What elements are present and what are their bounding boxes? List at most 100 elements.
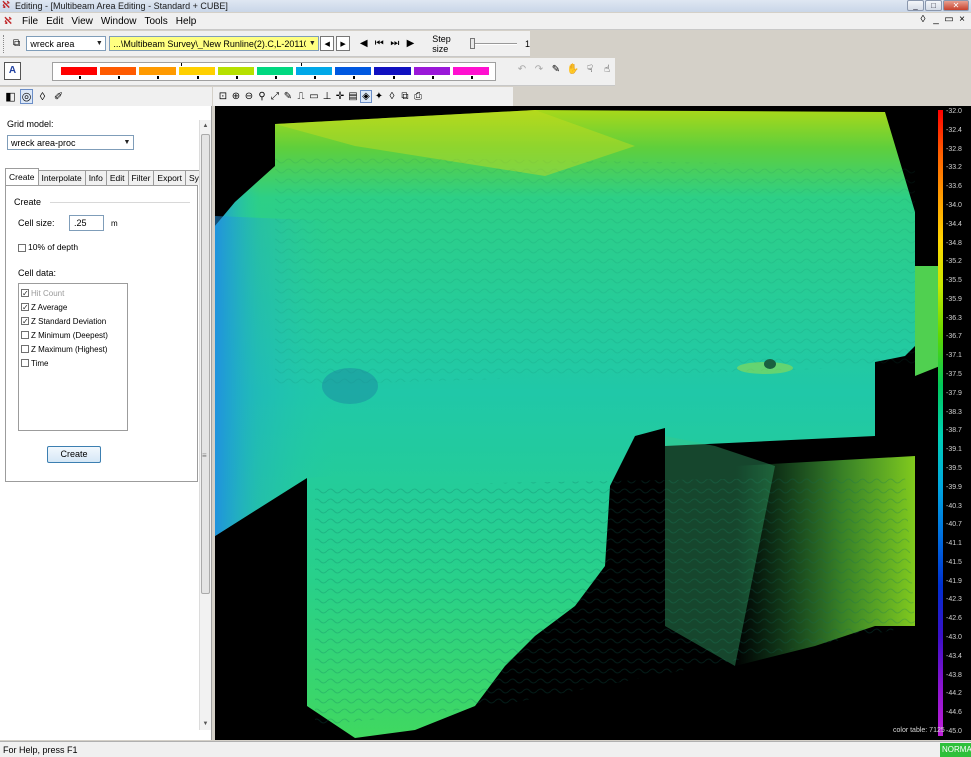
checkbox[interactable] [21,359,29,367]
color-segment[interactable] [296,67,333,75]
hand-select-icon[interactable]: ✋ [566,64,580,75]
redo-icon[interactable]: ↷ [532,64,546,75]
hand-reject-icon[interactable]: ☟ [583,64,597,75]
maximize-button[interactable]: □ [925,0,942,11]
auto-color-button[interactable]: A [4,62,21,80]
bathymetry-map-view[interactable] [215,106,971,740]
zoom-icon[interactable]: ⚲ [256,91,268,102]
crosshair-icon[interactable]: ✛ [334,91,346,102]
close-button[interactable]: ✕ [943,0,969,11]
cross-section-icon[interactable]: ⊥ [321,91,333,102]
tab-filter[interactable]: Filter [127,170,155,185]
measure-icon[interactable]: ⤢ [269,91,281,102]
color-segment-tick [196,76,199,79]
color-segment[interactable] [452,67,489,75]
scroll-down-icon[interactable]: ▼ [200,718,211,730]
list-item[interactable]: ✓ Z Average [19,300,127,314]
drop-icon[interactable]: ◊ [386,91,398,102]
color-palette-icon[interactable]: ◈ [360,90,372,103]
copy-icon[interactable]: ⧉ [399,91,411,102]
menu-help[interactable]: Help [172,16,201,27]
edit-pencil-icon[interactable]: ✎ [549,64,563,75]
shading-icon[interactable]: ✦ [373,91,385,102]
color-segment[interactable] [413,67,450,75]
drop-icon[interactable]: ◊ [36,91,49,103]
cell-size-input[interactable]: .25 [69,215,104,231]
panel-scrollbar[interactable]: ▲ ▼ [199,120,211,730]
color-segment[interactable] [256,67,294,75]
color-segment[interactable] [374,67,411,75]
color-segment[interactable] [139,67,176,75]
list-item[interactable]: ✓ Z Standard Deviation [19,314,127,328]
color-segment[interactable] [217,67,254,75]
toolbar-grip[interactable] [3,34,6,53]
list-item[interactable]: Z Maximum (Highest) [19,342,127,356]
color-segment[interactable] [61,67,98,75]
grid-model-select[interactable]: wreck area-proc ▼ [7,135,134,150]
menu-edit[interactable]: Edit [42,16,67,27]
chevron-down-icon[interactable]: ▼ [306,37,318,50]
next-line-button[interactable]: ▶ [336,36,350,51]
create-button[interactable]: Create [47,446,101,463]
color-segment[interactable] [178,67,215,75]
step-back-icon[interactable]: ◀ [357,36,371,51]
play-icon[interactable]: ▶ [404,36,418,51]
checkbox[interactable] [21,331,29,339]
menu-file[interactable]: File [18,16,42,27]
pencil-icon[interactable]: ✎ [282,91,294,102]
help-pointer-icon[interactable]: ◊ [918,14,928,25]
tab-edit[interactable]: Edit [105,170,129,185]
slider-thumb[interactable] [469,37,475,49]
list-item[interactable]: Z Minimum (Deepest) [19,328,127,342]
tab-info[interactable]: Info [84,170,107,185]
step-size-slider[interactable] [469,37,517,50]
mdi-minimize-button[interactable]: _ [931,14,941,25]
checkbox[interactable]: ✓ [21,317,29,326]
pct-depth-checkbox[interactable] [18,243,26,252]
grid-view-icon[interactable]: ◧ [4,90,17,103]
previous-line-button[interactable]: ◀ [320,36,335,51]
layers-icon[interactable]: ▤ [347,91,359,102]
zoom-in-icon[interactable]: ⊕ [230,91,242,102]
menu-view[interactable]: View [67,16,97,27]
chevron-down-icon[interactable]: ▼ [121,136,133,149]
menu-tools[interactable]: Tools [140,16,171,27]
checkbox[interactable]: ✓ [21,289,29,298]
tab-interpolate[interactable]: Interpolate [37,170,86,185]
brush-icon[interactable]: ✐ [52,90,65,103]
area-select[interactable]: wreck area ▼ [26,36,107,51]
last-icon[interactable]: ⏭ [388,36,402,51]
color-segment[interactable] [100,67,137,75]
scroll-up-icon[interactable]: ▲ [200,120,211,132]
profile-icon[interactable]: ⎍ [295,91,307,102]
hand-accept-icon[interactable]: ☝ [600,64,614,75]
checkbox[interactable] [21,345,29,353]
pct-depth-row[interactable]: 10% of depth [18,242,78,252]
print-icon[interactable]: ⎙ [412,91,424,102]
tab-create[interactable]: Create [5,168,39,185]
chevron-down-icon[interactable]: ▼ [93,37,105,50]
menu-window[interactable]: Window [97,16,141,27]
undo-icon[interactable]: ↶ [515,64,529,75]
fit-view-icon[interactable]: ⊡ [217,91,229,102]
checkbox[interactable]: ✓ [21,303,29,312]
color-segment-tick [157,76,160,79]
rectangle-select-icon[interactable]: ▭ [308,91,320,102]
color-range-bar[interactable] [52,62,496,81]
first-icon[interactable]: ⏮ [373,36,387,51]
color-segment[interactable] [335,67,372,75]
document-menu-icon[interactable]: ℵ [4,16,14,27]
list-item[interactable]: Time [19,356,127,370]
minimize-button[interactable]: _ [907,0,924,11]
tab-export[interactable]: Export [153,170,186,185]
mdi-restore-button[interactable]: ▭ [944,14,954,25]
color-wheel-icon[interactable]: ◎ [20,89,33,104]
mdi-close-button[interactable]: × [957,14,967,25]
line-select[interactable]: ...\Multibeam Survey\_New Runline(2).C,L… [109,36,320,51]
splitter-grip-icon[interactable]: ≡ [202,451,207,460]
zoom-out-icon[interactable]: ⊖ [243,91,255,102]
depth-label: -43.4 [946,652,962,660]
list-item[interactable]: ✓ Hit Count [19,286,127,300]
scrollbar-thumb[interactable] [201,134,210,594]
color-toolbar: A ↶ ↷ ✎ ✋ ☟ ☝ [0,58,615,86]
